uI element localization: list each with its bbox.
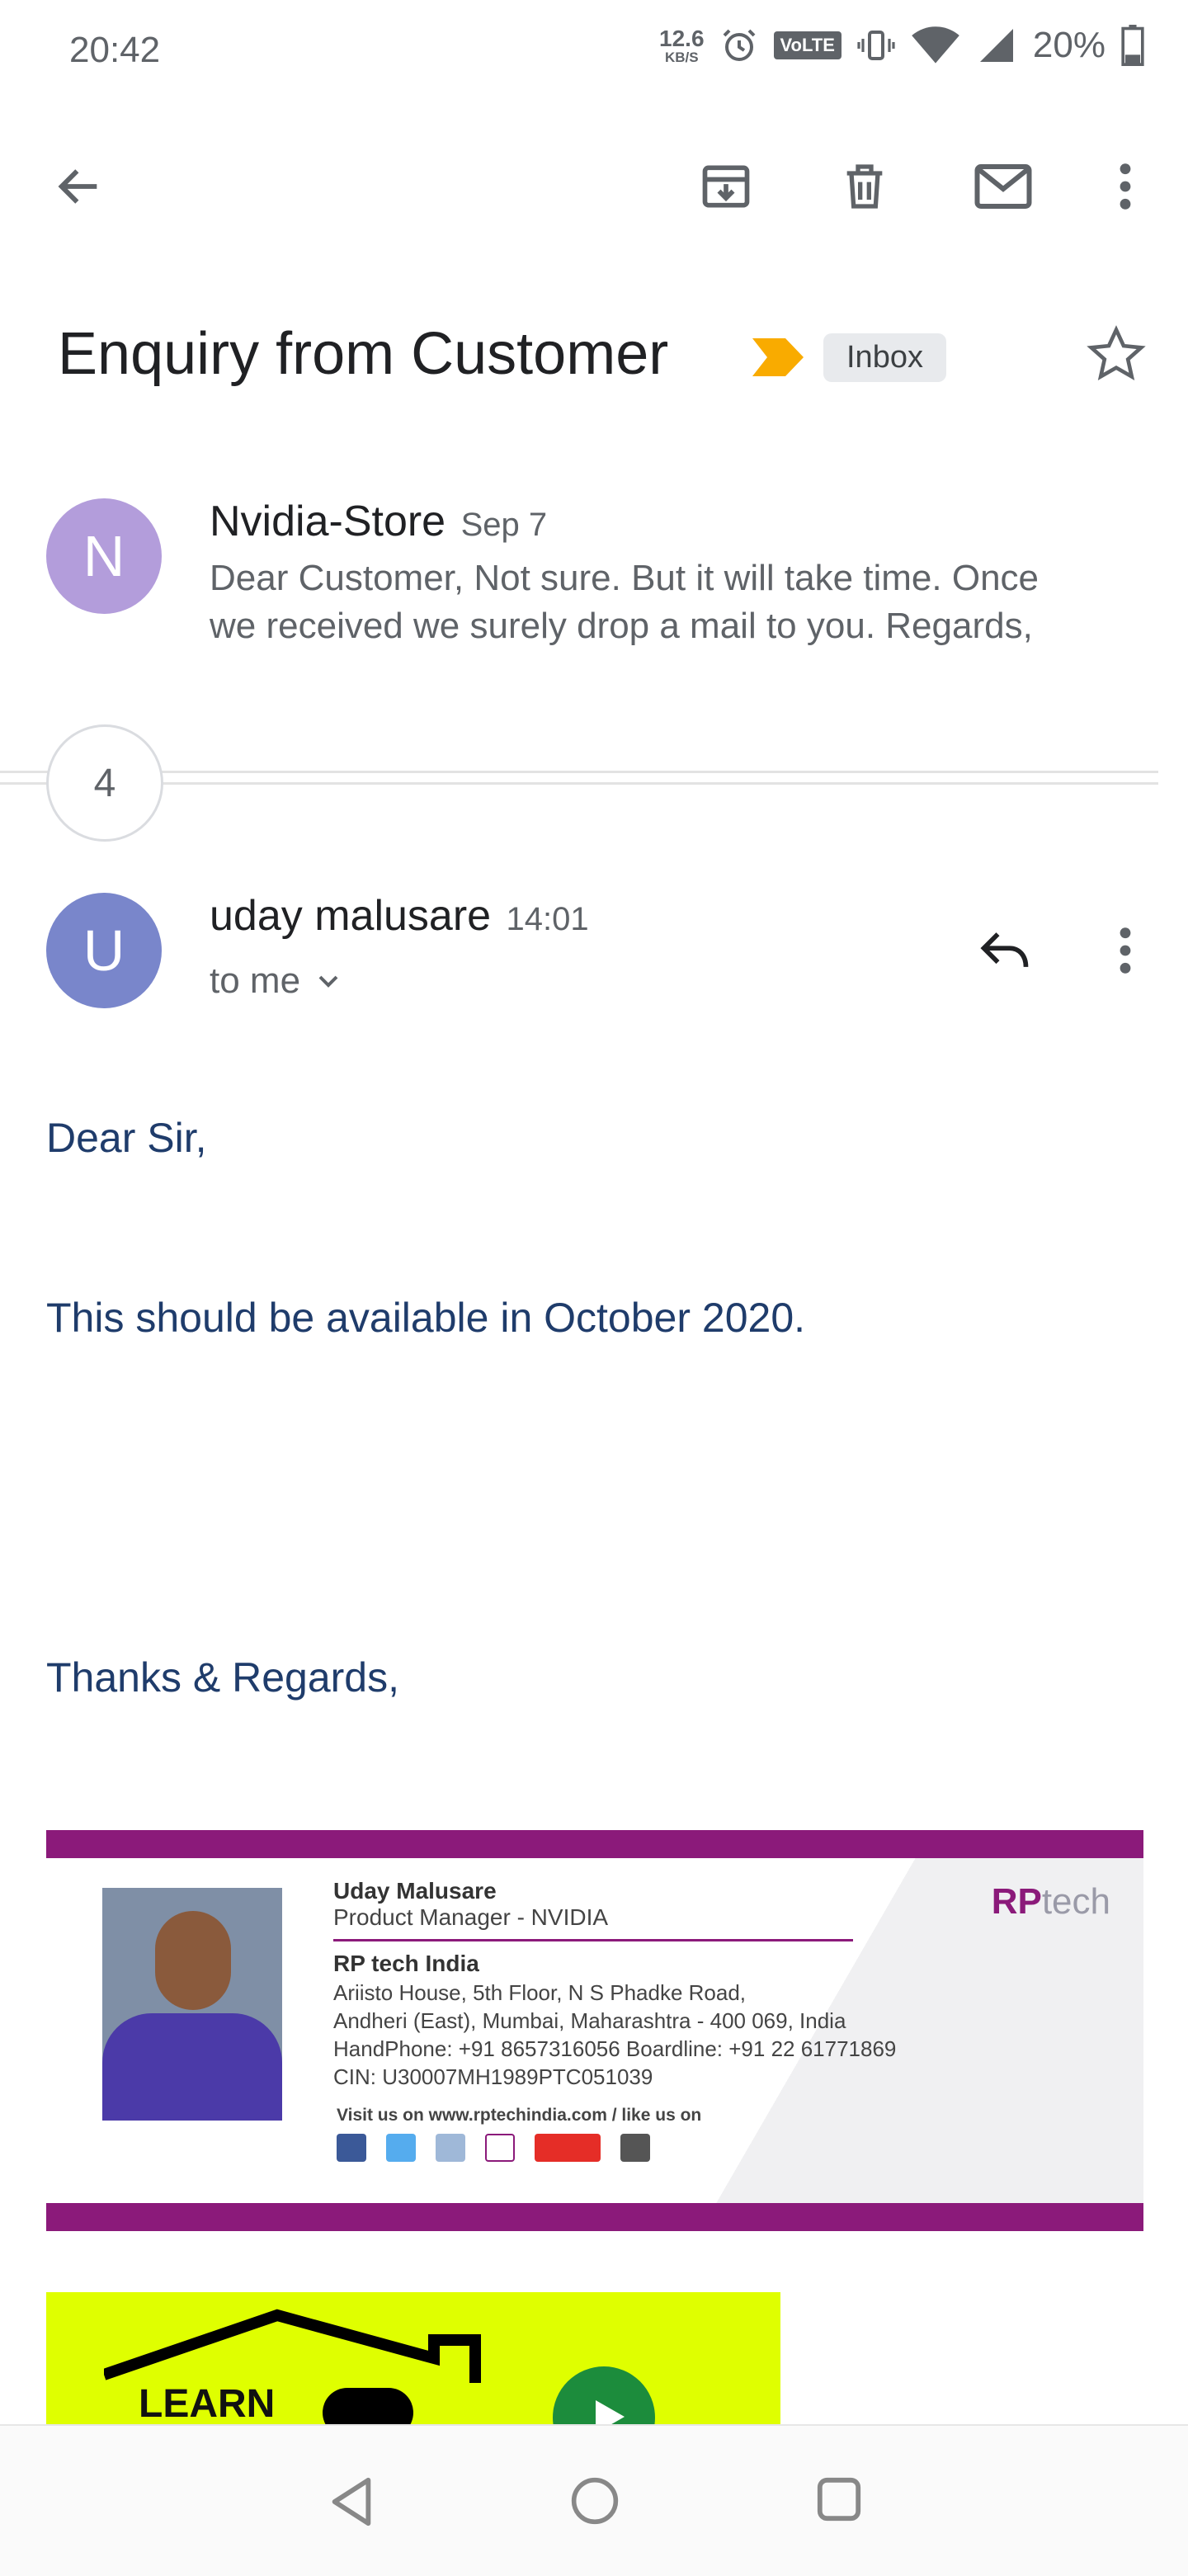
message-date: Sep 7 (460, 507, 548, 543)
volte-badge: VoLTE (773, 31, 842, 59)
hidden-messages-count[interactable]: 4 (46, 724, 163, 842)
back-triangle-icon[interactable] (327, 2475, 376, 2528)
twitter-icon (386, 2134, 416, 2162)
card-phone: HandPhone: +91 8657316056 Boardline: +91… (333, 2036, 897, 2061)
card-title: Product Manager - NVIDIA (333, 1904, 609, 1930)
email-icon (485, 2134, 515, 2162)
home-circle-icon[interactable] (569, 2475, 620, 2526)
recents-square-icon[interactable] (815, 2475, 863, 2523)
signature-card-image[interactable]: Uday Malusare Product Manager - NVIDIA R… (46, 1830, 1143, 2231)
blog-icon (436, 2134, 465, 2162)
facebook-icon (337, 2134, 366, 2162)
net-speed: 12.6 KB/S (659, 25, 705, 65)
card-cin: CIN: U30007MH1989PTC051039 (333, 2064, 653, 2089)
logo-bold-text: RP (991, 1881, 1042, 1922)
banner-text: LEARN (139, 2382, 276, 2424)
archive-icon (702, 165, 750, 208)
logo-light-text: tech (1041, 1881, 1110, 1922)
body-greeting: Dear Sir, (46, 1115, 207, 1161)
photo-shirt (102, 2013, 282, 2121)
learn-banner-image[interactable]: LEARN (46, 2292, 780, 2424)
sender-name: Nvidia-Store (210, 498, 446, 545)
sender-avatar[interactable]: U (46, 893, 162, 1008)
message-time: 14:01 (506, 901, 589, 937)
net-speed-value: 12.6 (659, 25, 705, 51)
star-icon[interactable] (1086, 323, 1147, 385)
body-closing: Thanks & Regards, (46, 1654, 399, 1701)
card-company: RP tech India (333, 1951, 479, 1976)
card-social-text: Visit us on www.rptechindia.com / like u… (337, 2106, 702, 2125)
alarm-icon (723, 29, 755, 61)
youtube-icon (535, 2134, 601, 2162)
delete-icon (846, 164, 883, 209)
card-address-line: Ariisto House, 5th Floor, N S Phadke Roa… (333, 1980, 747, 2005)
profile-photo (102, 1888, 282, 2121)
battery-percent: 20% (1032, 25, 1106, 65)
card-name: Uday Malusare (333, 1878, 497, 1904)
body-line: This should be available in October 2020… (46, 1295, 806, 1341)
card-address-line: Andheri (East), Mumbai, Maharashtra - 40… (333, 2008, 846, 2033)
collapsed-message[interactable]: N Nvidia-Store Sep 7 Dear Customer, Not … (0, 479, 1188, 668)
net-speed-unit: KB/S (664, 49, 699, 65)
mark-unread-button[interactable] (964, 147, 1043, 226)
more-vert-icon (1120, 163, 1131, 210)
thread-divider (0, 782, 1158, 785)
battery-icon (1121, 25, 1144, 66)
wifi-icon (912, 26, 959, 64)
recipient-details-toggle[interactable]: to me (210, 960, 345, 1002)
vibrate-icon (857, 31, 895, 60)
message-header: uday malusare 14:01 (210, 891, 589, 941)
delete-button[interactable] (825, 147, 904, 226)
status-time: 20:42 (69, 30, 161, 70)
inbox-label-chip[interactable]: Inbox (823, 333, 946, 382)
status-icons: 12.6 KB/S VoLTE 20% (659, 25, 1145, 66)
rptech-logo: RPtech (992, 1881, 1110, 1923)
chevron-down-icon (318, 975, 338, 988)
message-snippet: Dear Customer, Not sure. But it will tak… (210, 554, 1188, 650)
qr-code-icon (620, 2134, 650, 2162)
social-icons (337, 2134, 650, 2162)
email-subject: Enquiry from Customer (58, 321, 669, 387)
photo-head (155, 1911, 231, 2010)
archive-button[interactable] (686, 147, 766, 226)
important-marker-icon[interactable] (752, 338, 804, 376)
signal-icon (979, 29, 1013, 62)
message-header: Nvidia-Store Sep 7 (210, 497, 547, 546)
sender-avatar: N (46, 498, 162, 614)
banner-glasses-shape (323, 2388, 413, 2424)
snippet-line: Dear Customer, Not sure. But it will tak… (210, 558, 1040, 598)
recipient-label: to me (210, 960, 301, 1001)
sender-name: uday malusare (210, 892, 492, 940)
card-divider (333, 1939, 853, 1941)
system-nav-bar (0, 2424, 1188, 2576)
mail-icon (974, 164, 1032, 209)
snippet-line: we received we surely drop a mail to you… (210, 606, 1033, 646)
back-button[interactable] (40, 147, 119, 226)
house-outline-icon (104, 2309, 481, 2383)
back-arrow-icon (58, 169, 97, 204)
reply-icon (980, 932, 1029, 968)
thread-divider (0, 771, 1158, 773)
play-icon (596, 2400, 625, 2424)
more-options-button[interactable] (1086, 147, 1165, 226)
more-vert-icon (1120, 927, 1131, 974)
reply-button[interactable] (965, 911, 1044, 990)
message-more-button[interactable] (1086, 911, 1165, 990)
